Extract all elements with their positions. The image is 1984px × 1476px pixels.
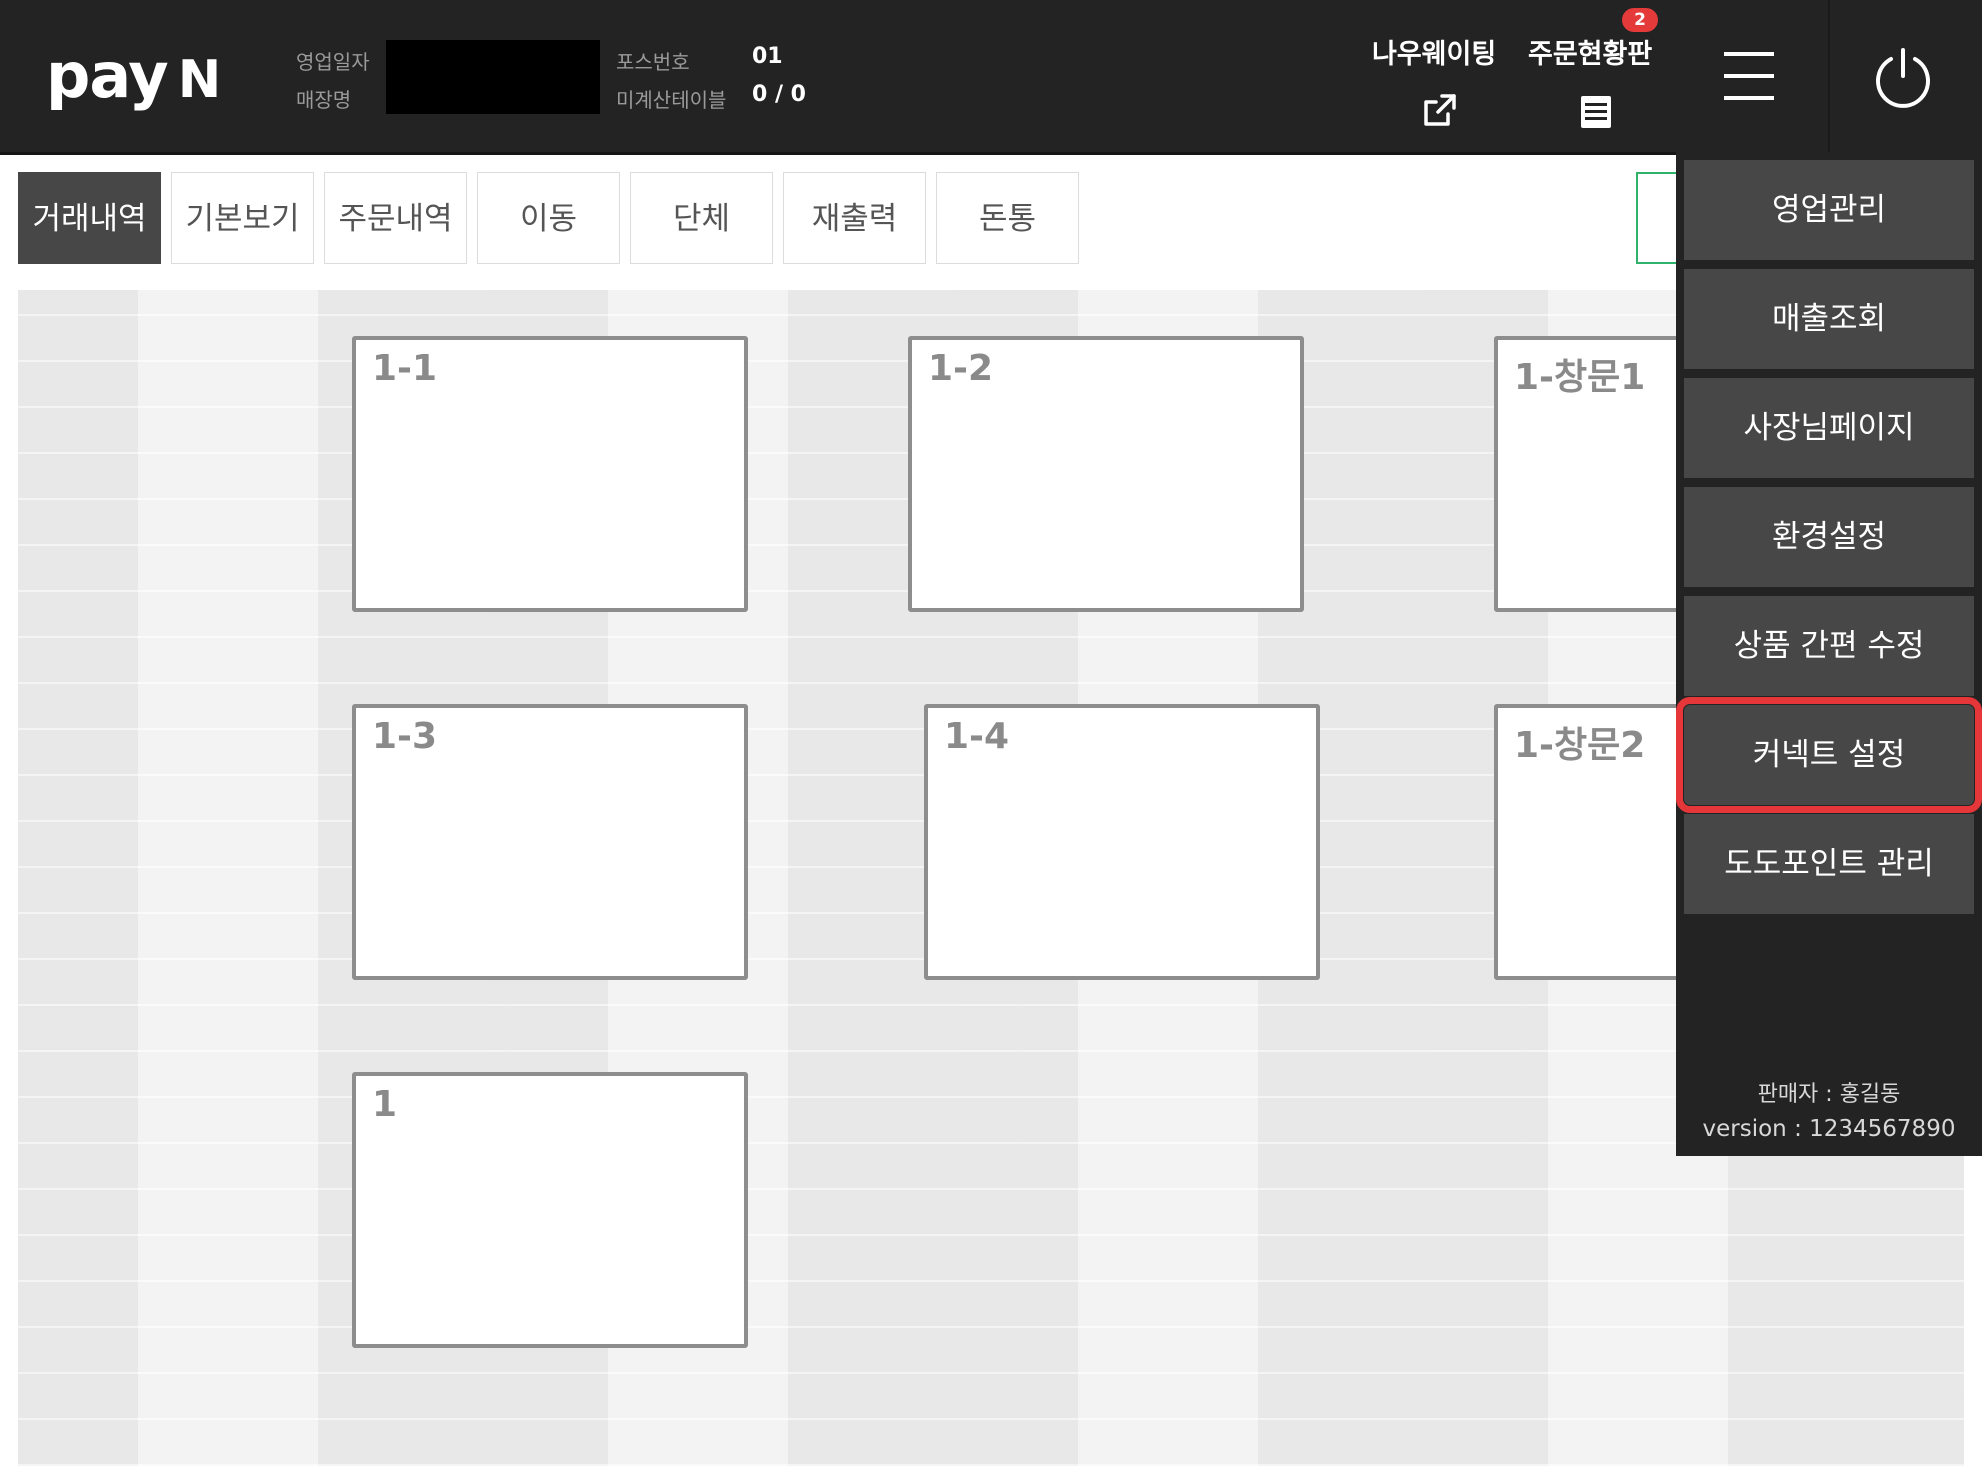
- tab-group[interactable]: 단체: [630, 172, 773, 264]
- top-header: pay N 영업일자 매장명 포스번호 01 미계산테이블 0 / 0 나우웨이팅…: [0, 0, 1676, 155]
- hamburger-icon[interactable]: [1724, 50, 1774, 102]
- table-card-1-1[interactable]: 1-1: [352, 336, 748, 612]
- order-board-icon[interactable]: [1576, 92, 1616, 132]
- seller-info: 판매자 : 홍길동: [1757, 1082, 1901, 1107]
- logo-text: pay: [46, 39, 169, 112]
- tab-cash-drawer[interactable]: 돈통: [936, 172, 1079, 264]
- table-label: 1-창문2: [1514, 725, 1646, 766]
- payn-logo: pay N: [46, 36, 222, 120]
- menu-sales-management[interactable]: 영업관리: [1684, 160, 1974, 260]
- table-floor: 1-1 1-2 1-창문1 1-3 1-4 1-창문2 1: [18, 290, 1964, 1466]
- order-board-link[interactable]: 주문현황판: [1528, 32, 1652, 71]
- tab-order-history[interactable]: 주문내역: [324, 172, 467, 264]
- power-icon[interactable]: [1872, 46, 1934, 108]
- pos-number-value: 01: [752, 44, 783, 69]
- side-menu: 영업관리 매출조회 사장님페이지 환경설정 상품 간편 수정 커넥트 설정 도도…: [1676, 0, 1982, 1156]
- menu-owner-page[interactable]: 사장님페이지: [1684, 378, 1974, 478]
- version-info: version : 1234567890: [1702, 1116, 1956, 1142]
- pos-app: pay N 영업일자 매장명 포스번호 01 미계산테이블 0 / 0 나우웨이팅…: [0, 0, 1984, 1476]
- now-waiting-link[interactable]: 나우웨이팅: [1372, 32, 1496, 71]
- redacted-store-info: [386, 40, 600, 114]
- table-card-1-4[interactable]: 1-4: [924, 704, 1320, 980]
- table-label: 1-창문1: [1514, 357, 1646, 398]
- menu-dodo-point-management[interactable]: 도도포인트 관리: [1684, 814, 1974, 914]
- partially-hidden-button[interactable]: [1636, 172, 1680, 264]
- menu-connect-settings[interactable]: 커넥트 설정: [1676, 697, 1982, 813]
- store-name-label: 매장명: [296, 88, 352, 112]
- unpaid-tables-label: 미계산테이블: [616, 88, 727, 112]
- logo-n: N: [177, 50, 222, 110]
- pos-number-label: 포스번호: [616, 50, 690, 74]
- order-board-badge: 2: [1622, 8, 1658, 32]
- tab-move[interactable]: 이동: [477, 172, 620, 264]
- business-date-label: 영업일자: [296, 50, 370, 74]
- menu-sales-inquiry[interactable]: 매출조회: [1684, 269, 1974, 369]
- tab-reprint[interactable]: 재출력: [783, 172, 926, 264]
- table-label: 1-2: [928, 348, 994, 389]
- table-label: 1-1: [372, 348, 438, 389]
- tab-basic-view[interactable]: 기본보기: [171, 172, 314, 264]
- menu-settings[interactable]: 환경설정: [1684, 487, 1974, 587]
- table-label: 1-4: [944, 716, 1010, 757]
- menu-quick-product-edit[interactable]: 상품 간편 수정: [1684, 596, 1974, 696]
- table-label: 1-3: [372, 716, 438, 757]
- tab-transaction-history[interactable]: 거래내역: [18, 172, 161, 264]
- table-label: 1: [372, 1084, 398, 1125]
- table-card-1-2[interactable]: 1-2: [908, 336, 1304, 612]
- table-card-1[interactable]: 1: [352, 1072, 748, 1348]
- table-card-1-3[interactable]: 1-3: [352, 704, 748, 980]
- external-link-icon[interactable]: [1420, 90, 1460, 130]
- divider: [1828, 0, 1830, 152]
- unpaid-tables-value: 0 / 0: [752, 82, 806, 107]
- side-menu-header: [1676, 0, 1982, 152]
